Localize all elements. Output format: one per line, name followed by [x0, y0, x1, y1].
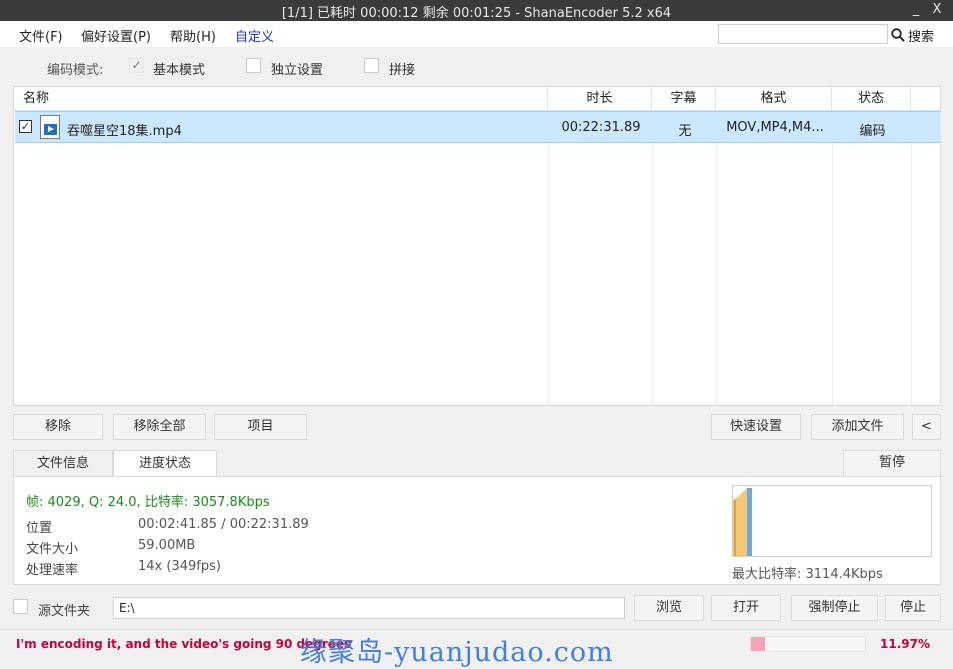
menu-help[interactable]: 帮助(H) [170, 26, 216, 45]
column-divider [716, 111, 717, 405]
source-path-field[interactable]: E:\ [113, 597, 625, 619]
file-status: 编码 [859, 124, 886, 139]
search-button[interactable]: 搜索 [891, 25, 934, 45]
encoding-mode-bar: 编码模式: ✓ 基本模式 独立设置 拼接 [0, 48, 953, 86]
info-tabs: 文件信息 进度状态 [13, 450, 941, 477]
search-icon [891, 28, 905, 42]
file-name: 吞噬星空18集.mp4 [67, 124, 182, 139]
search-label: 搜索 [908, 29, 935, 45]
title-bar: [1/1] 已耗时 00:00:12 剩余 00:01:25 - ShanaEn… [0, 0, 953, 21]
search-input[interactable] [718, 24, 888, 44]
independent-settings-checkbox[interactable] [246, 58, 261, 73]
progress-percent: 11.97% [880, 637, 930, 651]
menu-file[interactable]: 文件(F) [19, 26, 63, 45]
status-bar: I'm encoding it, and the video's going 9… [0, 629, 953, 668]
speed-label: 处理速率 [26, 563, 79, 578]
column-divider [911, 111, 912, 405]
minimize-button[interactable]: _ [908, 2, 924, 17]
bitrate-current-bar [747, 488, 752, 556]
encoding-progress-bar [750, 636, 866, 652]
file-format: MOV,MP4,M4... [726, 120, 824, 135]
pause-button[interactable]: 暂停 [843, 450, 941, 477]
file-size-label: 文件大小 [26, 542, 79, 557]
speed-value: 14x (349fps) [138, 559, 221, 574]
open-button[interactable]: 打开 [711, 595, 781, 621]
window-title: [1/1] 已耗时 00:00:12 剩余 00:01:25 - ShanaEn… [281, 6, 672, 21]
progress-panel: 帧: 4029, Q: 24.0, 比特率: 3057.8Kbps 位置 00:… [13, 476, 941, 585]
column-divider [832, 111, 833, 405]
file-subtitle: 无 [678, 124, 692, 139]
source-folder-checkbox[interactable] [13, 599, 28, 614]
encoding-stats: 帧: 4029, Q: 24.0, 比特率: 3057.8Kbps [26, 495, 270, 510]
video-file-icon [40, 115, 60, 139]
stop-button[interactable]: 停止 [885, 595, 941, 621]
basic-mode-checkbox[interactable]: ✓ [129, 58, 144, 73]
remove-button[interactable]: 移除 [13, 414, 103, 440]
file-table: 名称 时长 字幕 格式 状态 ✓ 吞噬星空18集.mp4 00:22:31.89… [13, 86, 941, 406]
column-header-status[interactable]: 状态 [832, 87, 911, 111]
remove-all-button[interactable]: 移除全部 [113, 414, 206, 440]
source-folder-label: 源文件夹 [38, 604, 91, 619]
column-header-duration[interactable]: 时长 [548, 87, 652, 111]
checkmark-icon: ✓ [131, 58, 142, 72]
column-divider [652, 111, 653, 405]
checkmark-icon: ✓ [20, 120, 31, 133]
quick-settings-button[interactable]: 快速设置 [711, 414, 801, 440]
position-label: 位置 [26, 521, 53, 536]
max-bitrate: 最大比特率: 3114.4Kbps [732, 567, 883, 582]
bitrate-graph-plot [733, 488, 752, 556]
progress-fill [751, 637, 765, 651]
watermark: 缘聚岛-yuanjudao.com [300, 637, 614, 668]
row-checkbox[interactable]: ✓ [19, 120, 32, 133]
file-size-value: 59.00MB [138, 538, 196, 553]
add-file-button[interactable]: 添加文件 [811, 414, 904, 440]
column-header-name[interactable]: 名称 [14, 87, 548, 111]
concat-label: 拼接 [389, 63, 416, 78]
browse-button[interactable]: 浏览 [634, 595, 704, 621]
menu-custom[interactable]: 自定义 [235, 26, 274, 45]
menu-preferences[interactable]: 偏好设置(P) [81, 26, 151, 45]
collapse-button[interactable]: < [912, 414, 941, 440]
basic-mode-label: 基本模式 [153, 63, 206, 78]
force-stop-button[interactable]: 强制停止 [791, 595, 878, 621]
tab-file-info[interactable]: 文件信息 [13, 450, 113, 477]
concat-checkbox[interactable] [364, 58, 379, 73]
encoding-mode-label: 编码模式: [47, 63, 104, 78]
position-value: 00:02:41.85 / 00:22:31.89 [138, 517, 309, 532]
column-header-format[interactable]: 格式 [716, 87, 832, 111]
file-duration: 00:22:31.89 [561, 120, 641, 135]
table-row[interactable]: ✓ 吞噬星空18集.mp4 00:22:31.89 无 MOV,MP4,M4..… [15, 111, 941, 143]
tab-progress-status[interactable]: 进度状态 [113, 450, 217, 477]
item-button[interactable]: 项目 [214, 414, 307, 440]
close-button[interactable]: X [929, 2, 945, 17]
table-header: 名称 时长 字幕 格式 状态 [14, 87, 940, 111]
bitrate-graph [732, 485, 932, 557]
column-divider [548, 111, 549, 405]
independent-settings-label: 独立设置 [271, 63, 324, 78]
column-header-subtitle[interactable]: 字幕 [652, 87, 716, 111]
